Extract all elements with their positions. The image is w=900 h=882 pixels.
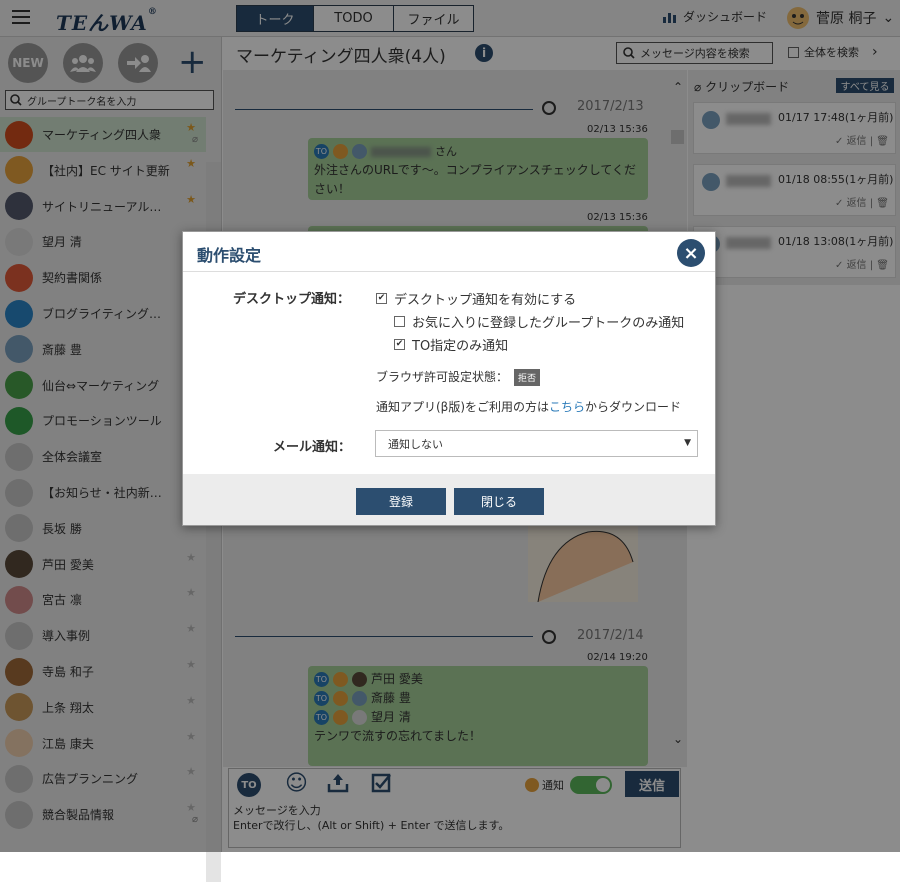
download-link[interactable]: こちら [549,400,585,414]
desktop-notify-option[interactable]: ✔ デスクトップ通知を有効にする [376,289,576,308]
option-label: TO指定のみ通知 [412,339,509,354]
option-label: お気に入りに登録したグループトークのみ通知 [412,316,685,331]
browser-permission-status: ブラウザ許可設定状態： 拒否 [376,368,541,386]
to-only-option[interactable]: ✔ TO指定のみ通知 [394,335,508,354]
close-button[interactable]: 閉じる [454,488,544,515]
register-button[interactable]: 登録 [356,488,446,515]
checkbox-checked[interactable]: ✔ [394,339,405,350]
settings-dialog: 動作設定 × デスクトップ通知： ✔ デスクトップ通知を有効にする お気に入りに登… [182,231,716,526]
mail-notify-label: メール通知： [273,440,352,455]
chevron-down-icon: ▼ [684,438,691,448]
checkbox[interactable] [394,316,405,327]
status-badge: 拒否 [514,369,541,386]
desktop-notify-label: デスクトップ通知： [233,292,351,307]
dialog-title: 動作設定 [197,246,262,265]
mail-notify-select[interactable]: 通知しない ▼ [375,430,698,457]
checkbox-checked[interactable]: ✔ [376,293,387,304]
dialog-header: 動作設定 × [183,232,715,272]
dialog-footer [183,474,715,525]
close-icon[interactable]: × [677,239,705,267]
option-label: デスクトップ通知を有効にする [394,293,577,308]
favorite-only-option[interactable]: お気に入りに登録したグループトークのみ通知 [394,312,684,331]
app-download-text: 通知アプリ(β版)をご利用の方はこちらからダウンロード [376,400,682,414]
